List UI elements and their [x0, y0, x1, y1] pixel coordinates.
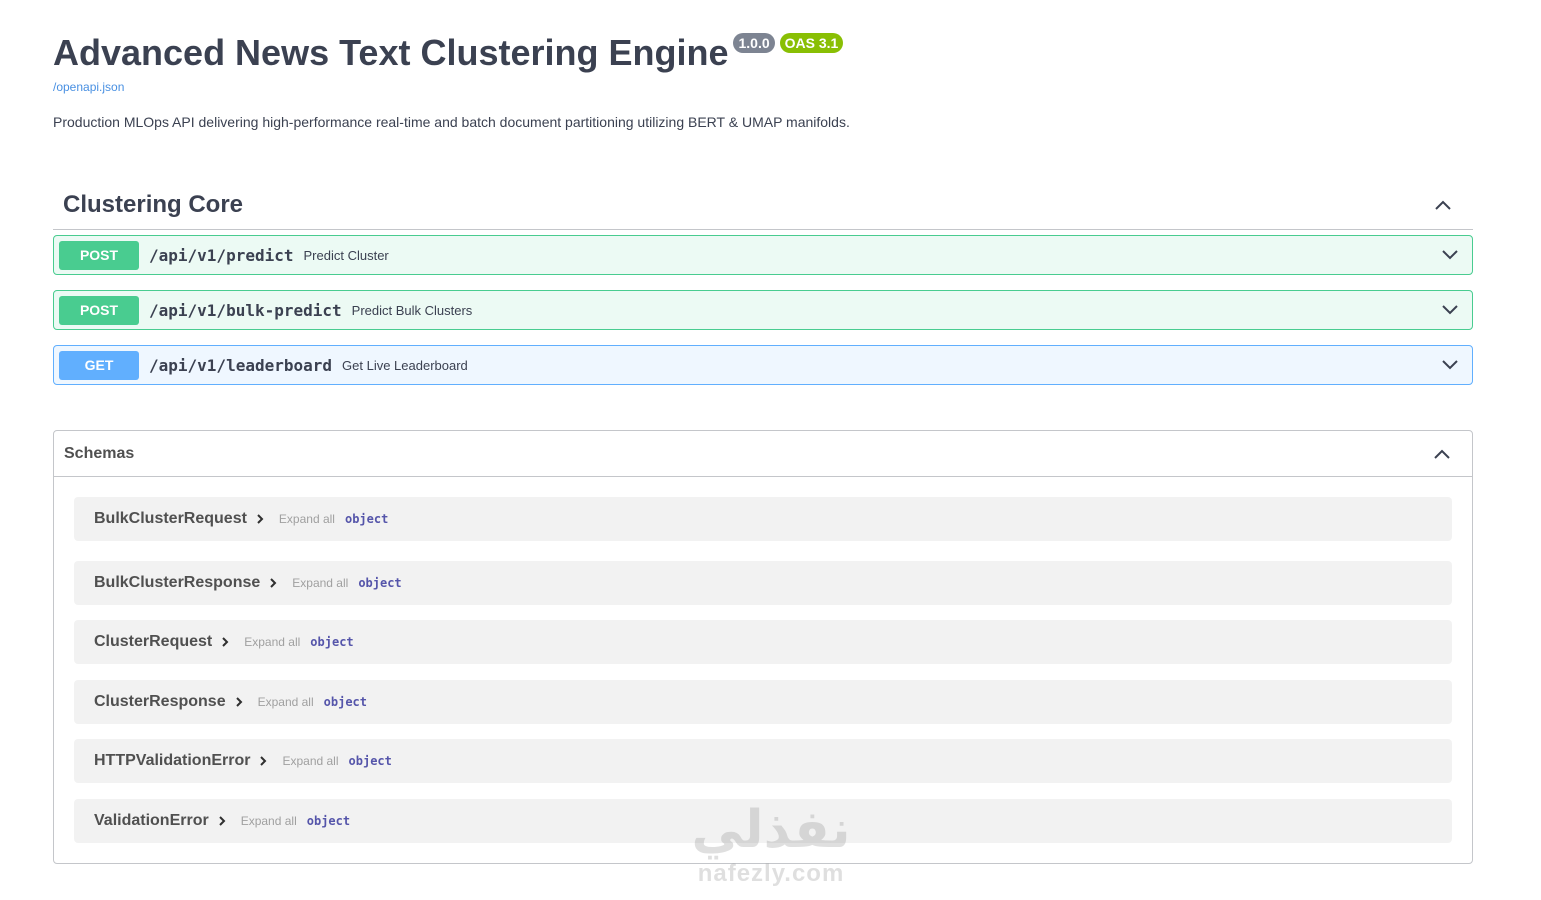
expand-all-link[interactable]: Expand all	[279, 512, 335, 526]
tag-name: Clustering Core	[63, 190, 244, 218]
schema-name[interactable]: BulkClusterResponse	[94, 574, 260, 592]
version-badge: 1.0.0	[733, 33, 775, 53]
schema-type: object	[358, 576, 402, 590]
chevron-right-icon[interactable]	[220, 637, 230, 647]
operation-summary: Predict Bulk Clusters	[351, 302, 473, 318]
schema-type: object	[344, 512, 389, 526]
schema-row-clusterrequest[interactable]: ClusterRequest Expand all object	[74, 620, 1452, 664]
operation-summary: Get Live Leaderboard	[342, 357, 468, 373]
operation-summary: Predict Cluster	[303, 247, 389, 263]
schema-name[interactable]: HTTPValidationError	[94, 752, 250, 770]
expand-all-link[interactable]: Expand all	[258, 695, 314, 709]
operation-path: /api/v1/predict	[149, 245, 294, 265]
oas-badge: OAS 3.1	[779, 33, 844, 53]
tag-section-clustering-core: Clustering Core POST /api/v1/predict Pre…	[53, 180, 1473, 385]
schema-row-bulkclusterrequest[interactable]: BulkClusterRequest Expand all object	[74, 497, 1452, 541]
schema-name[interactable]: ClusterResponse	[94, 693, 226, 711]
chevron-right-icon[interactable]	[234, 697, 244, 707]
api-info: Advanced News Text Clustering Engine 1.0…	[53, 30, 1473, 131]
chevron-up-icon[interactable]	[1433, 195, 1453, 215]
operation-path: /api/v1/leaderboard	[149, 355, 333, 375]
api-description: Production MLOps API delivering high-per…	[53, 114, 850, 130]
api-title: Advanced News Text Clustering Engine	[53, 32, 729, 73]
expand-all-link[interactable]: Expand all	[282, 754, 338, 768]
openapi-json-link[interactable]: /openapi.json	[53, 80, 1473, 94]
schema-type: object	[323, 695, 367, 709]
chevron-down-icon[interactable]	[1440, 355, 1460, 375]
watermark-latin: nafezly.com	[697, 860, 845, 887]
chevron-right-icon[interactable]	[217, 816, 227, 826]
schemas-section: Schemas BulkClusterRequest Expand all ob…	[53, 430, 1473, 864]
chevron-down-icon[interactable]	[1440, 245, 1460, 265]
nafezly-watermark: نفذلي nafezly.com	[676, 800, 866, 900]
tag-header[interactable]: Clustering Core	[53, 180, 1473, 230]
title-row: Advanced News Text Clustering Engine 1.0…	[53, 30, 1473, 76]
expand-all-link[interactable]: Expand all	[244, 635, 300, 649]
chevron-down-icon[interactable]	[1440, 300, 1460, 320]
schemas-header[interactable]: Schemas	[54, 431, 1472, 477]
schema-name[interactable]: ValidationError	[94, 812, 209, 830]
watermark-arabic: نفذلي	[691, 800, 851, 860]
expand-all-link[interactable]: Expand all	[241, 814, 297, 828]
schema-row-bulkclusterresponse[interactable]: BulkClusterResponse Expand all object	[74, 561, 1452, 605]
method-badge: POST	[59, 240, 139, 270]
schema-type: object	[310, 635, 354, 649]
schemas-title: Schemas	[64, 444, 135, 462]
operation-path: /api/v1/bulk-predict	[149, 300, 342, 320]
chevron-right-icon[interactable]	[258, 756, 268, 766]
operation-get-leaderboard[interactable]: GET /api/v1/leaderboard Get Live Leaderb…	[53, 345, 1473, 385]
chevron-right-icon[interactable]	[268, 578, 278, 588]
expand-all-link[interactable]: Expand all	[292, 576, 348, 590]
schema-row-clusterresponse[interactable]: ClusterResponse Expand all object	[74, 680, 1452, 724]
operation-post-predict[interactable]: POST /api/v1/predict Predict Cluster	[53, 235, 1473, 275]
chevron-right-icon[interactable]	[255, 514, 265, 524]
schema-type: object	[348, 754, 392, 768]
method-badge: GET	[59, 350, 139, 380]
schema-row-httpvalidationerror[interactable]: HTTPValidationError Expand all object	[74, 739, 1452, 783]
operation-post-bulk-predict[interactable]: POST /api/v1/bulk-predict Predict Bulk C…	[53, 290, 1473, 330]
method-badge: POST	[59, 295, 139, 325]
schema-name[interactable]: ClusterRequest	[94, 633, 212, 651]
schema-name[interactable]: BulkClusterRequest	[94, 510, 247, 528]
schema-type: object	[306, 814, 351, 828]
chevron-up-icon[interactable]	[1432, 444, 1452, 464]
